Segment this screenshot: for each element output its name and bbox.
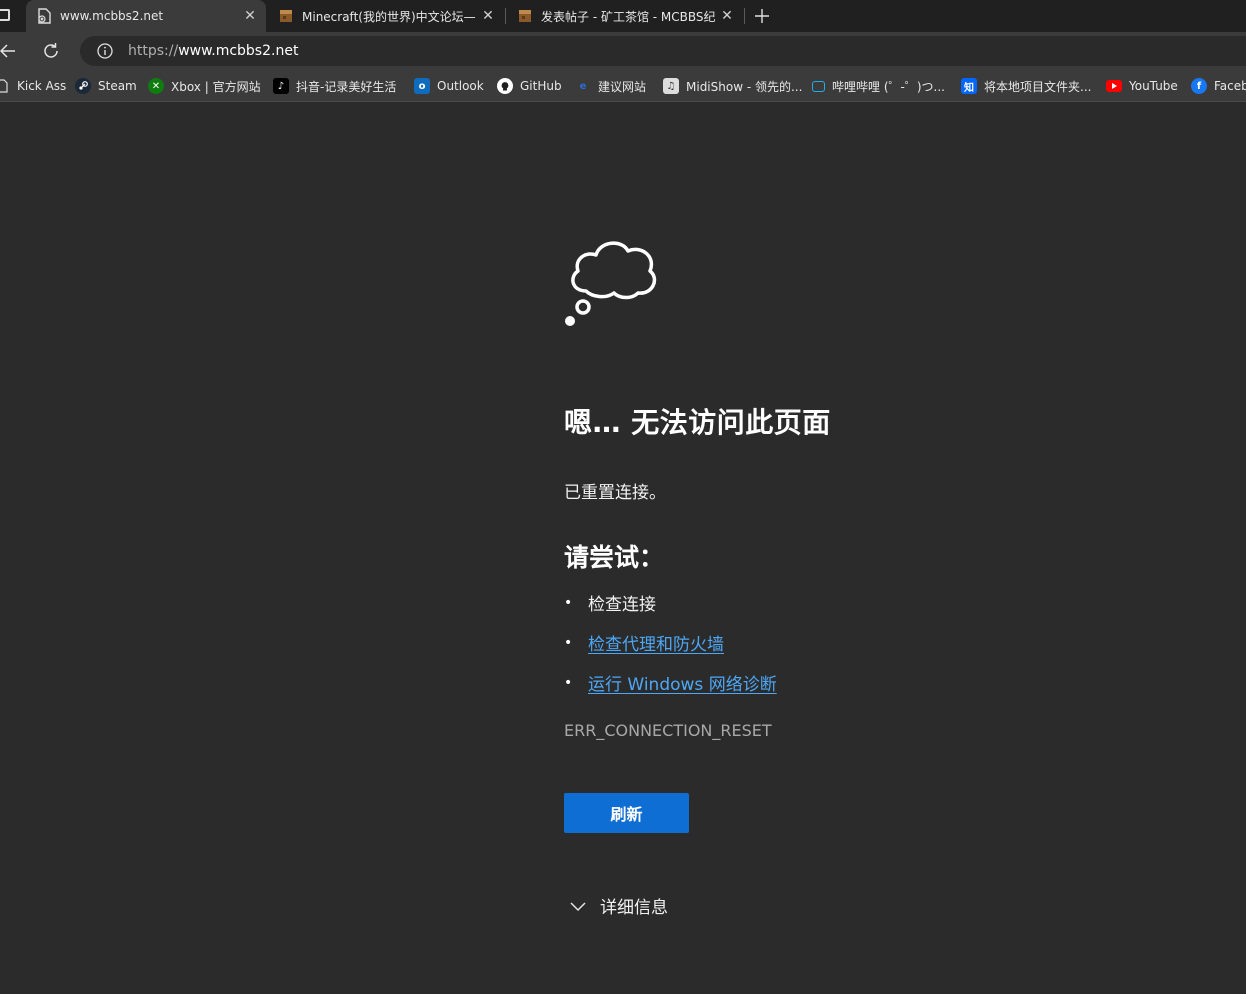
suggestion-item: • 检查连接 [564, 590, 656, 616]
bookmark-label: Kick Ass [17, 79, 67, 93]
address-bar[interactable]: https://www.mcbbs2.net [80, 36, 1246, 66]
back-button[interactable] [0, 38, 20, 64]
bookmark-label: YouTube [1129, 79, 1178, 93]
arrow-left-icon [0, 44, 15, 58]
bookmark-xbox[interactable]: ✕ Xbox | 官方网站 [148, 76, 261, 96]
bookmark-label: 建议网站 [598, 79, 647, 94]
bookmark-label: MidiShow - 领先的... [686, 79, 803, 94]
bookmark-label: Faceb [1214, 79, 1246, 93]
suggestion-item: • 运行 Windows 网络诊断 [564, 670, 777, 696]
facebook-icon: f [1191, 78, 1207, 94]
bookmark-bilibili[interactable]: 哔哩哔哩 (゜-゜)つ... [812, 76, 945, 96]
details-label: 详细信息 [600, 898, 668, 918]
bookmark-facebook[interactable]: f Faceb [1191, 76, 1246, 96]
bookmark-zhihu[interactable]: 知 将本地项目文件夹... [961, 76, 1091, 96]
bullet: • [564, 674, 573, 691]
suggested-sites-icon: e [579, 80, 587, 92]
bookmark-label: 将本地项目文件夹... [984, 79, 1092, 94]
tab-separator [744, 8, 745, 24]
bookmark-outlook[interactable]: o Outlook [414, 76, 484, 96]
details-toggle[interactable]: 详细信息 [568, 893, 668, 918]
site-info-icon[interactable] [96, 42, 114, 60]
tiktok-icon: ♪ [273, 78, 289, 94]
refresh-button[interactable]: 刷新 [564, 793, 689, 833]
plus-icon [755, 9, 769, 23]
page-icon [0, 78, 10, 94]
zhihu-icon: 知 [961, 78, 977, 94]
url-scheme: https:// [128, 43, 179, 59]
error-message: 已重置连接。 [564, 483, 666, 503]
tab-new-post[interactable]: 发表帖子 - 矿工茶馆 - MCBBS纪 ✕ [507, 0, 743, 32]
url-host: www.mcbbs2.net [178, 43, 299, 59]
toolbar: https://www.mcbbs2.net [0, 32, 1246, 70]
tab-actions-icon[interactable] [0, 9, 10, 21]
tab-strip: www.mcbbs2.net ✕ Minecraft(我的世界)中文论坛— ✕ … [0, 0, 1246, 32]
bookmark-label: Outlook [437, 79, 484, 93]
minecraft-block-icon [517, 8, 533, 24]
try-heading: 请尝试： [564, 543, 665, 572]
chevron-down-icon [568, 896, 588, 916]
youtube-icon [1106, 80, 1122, 92]
github-icon [497, 78, 513, 94]
bookmark-suggested-sites[interactable]: e 建议网站 [575, 76, 646, 96]
close-tab-icon[interactable]: ✕ [717, 6, 737, 26]
midishow-icon: ♫ [663, 78, 679, 94]
tab-title: Minecraft(我的世界)中文论坛— [302, 9, 476, 24]
bookmark-label: 抖音-记录美好生活 [296, 79, 397, 94]
minecraft-block-icon [278, 8, 294, 24]
bookmarks-bar: Kick Ass Steam ✕ Xbox | 官方网站 ♪ 抖音-记录美好生活… [0, 70, 1246, 102]
bullet: • [564, 594, 573, 611]
bookmark-label: 哔哩哔哩 (゜-゜)つ... [832, 79, 945, 94]
bookmark-steam[interactable]: Steam [75, 76, 137, 96]
suggestion-check-connection: 检查连接 [588, 595, 656, 615]
tab-minecraft-forum[interactable]: Minecraft(我的世界)中文论坛— ✕ [268, 0, 504, 32]
bilibili-icon [812, 80, 825, 92]
reload-button[interactable] [38, 38, 64, 64]
error-code: ERR_CONNECTION_RESET [564, 721, 772, 740]
bookmark-midishow[interactable]: ♫ MidiShow - 领先的... [663, 76, 802, 96]
steam-icon [75, 78, 91, 94]
bookmark-kick-ass[interactable]: Kick Ass [0, 76, 66, 96]
suggestion-network-diagnostics-link[interactable]: 运行 Windows 网络诊断 [588, 670, 777, 695]
close-tab-icon[interactable]: ✕ [478, 6, 498, 26]
error-heading: 嗯… 无法访问此页面 [564, 406, 831, 439]
bookmark-label: GitHub [520, 79, 562, 93]
bullet: • [564, 634, 573, 651]
bookmark-label: Steam [98, 79, 137, 93]
suggestion-check-proxy-link[interactable]: 检查代理和防火墙 [588, 630, 724, 655]
page-error-icon [36, 8, 52, 24]
close-tab-icon[interactable]: ✕ [240, 6, 260, 26]
bookmark-label: Xbox | 官方网站 [171, 79, 261, 94]
xbox-icon: ✕ [148, 78, 164, 94]
tab-active[interactable]: www.mcbbs2.net ✕ [26, 0, 266, 32]
thought-cloud-icon [565, 241, 657, 326]
bookmark-douyin[interactable]: ♪ 抖音-记录美好生活 [273, 76, 396, 96]
reload-icon [44, 43, 58, 58]
tab-title: 发表帖子 - 矿工茶馆 - MCBBS纪 [541, 9, 716, 24]
bookmark-youtube[interactable]: YouTube [1106, 76, 1178, 96]
outlook-icon: o [414, 78, 430, 94]
tab-title: www.mcbbs2.net [60, 9, 164, 23]
bookmark-github[interactable]: GitHub [497, 76, 562, 96]
tab-separator [505, 8, 506, 24]
suggestion-item: • 检查代理和防火墙 [564, 630, 724, 656]
new-tab-button[interactable] [750, 4, 774, 28]
